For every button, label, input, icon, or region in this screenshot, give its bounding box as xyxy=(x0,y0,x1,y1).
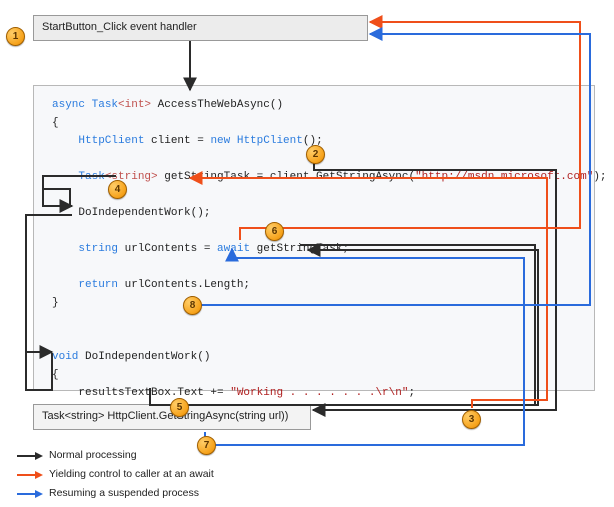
legend-resume-icon xyxy=(15,489,43,499)
code-line-12: } xyxy=(52,297,59,309)
legend-resume: Resuming a suspended process xyxy=(15,484,214,503)
legend-normal: Normal processing xyxy=(15,446,214,465)
code-line-1: async Task<int> AccessTheWebAsync() xyxy=(52,99,283,111)
legend: Normal processing Yielding control to ca… xyxy=(15,446,214,503)
getstringasync-label: Task<string> HttpClient.GetStringAsync(s… xyxy=(42,410,288,422)
code-line-11: return urlContents.Length; xyxy=(52,279,250,291)
step-badge-3: 3 xyxy=(462,410,481,429)
code-line-d3: resultsTextBox.Text += "Working . . . . … xyxy=(52,387,415,399)
step-badge-4: 4 xyxy=(108,180,127,199)
code-line-d1: void DoIndependentWork() xyxy=(52,351,210,363)
legend-normal-icon xyxy=(15,451,43,461)
code-line-7: DoIndependentWork(); xyxy=(52,207,210,219)
code-line-5: Task<string> getStringTask = client.GetS… xyxy=(52,171,607,183)
step-badge-8: 8 xyxy=(183,296,202,315)
legend-yield: Yielding control to caller at an await xyxy=(15,465,214,484)
code-box: async Task<int> AccessTheWebAsync() { Ht… xyxy=(33,85,595,391)
step-badge-1: 1 xyxy=(6,27,25,46)
code-line-2: { xyxy=(52,117,59,129)
step-badge-2: 2 xyxy=(306,145,325,164)
start-button-handler-label: StartButton_Click event handler xyxy=(42,21,197,33)
start-button-handler-box: StartButton_Click event handler xyxy=(33,15,368,41)
diagram-stage: StartButton_Click event handler async Ta… xyxy=(0,0,614,507)
legend-normal-label: Normal processing xyxy=(49,446,137,465)
legend-yield-label: Yielding control to caller at an await xyxy=(49,465,214,484)
legend-resume-label: Resuming a suspended process xyxy=(49,484,199,503)
code-line-3: HttpClient client = new HttpClient(); xyxy=(52,135,323,147)
code-line-9: string urlContents = await getStringTask… xyxy=(52,243,349,255)
step-badge-5: 5 xyxy=(170,398,189,417)
step-badge-6: 6 xyxy=(265,222,284,241)
step-badge-7: 7 xyxy=(197,436,216,455)
legend-yield-icon xyxy=(15,470,43,480)
code-line-d2: { xyxy=(52,369,59,381)
